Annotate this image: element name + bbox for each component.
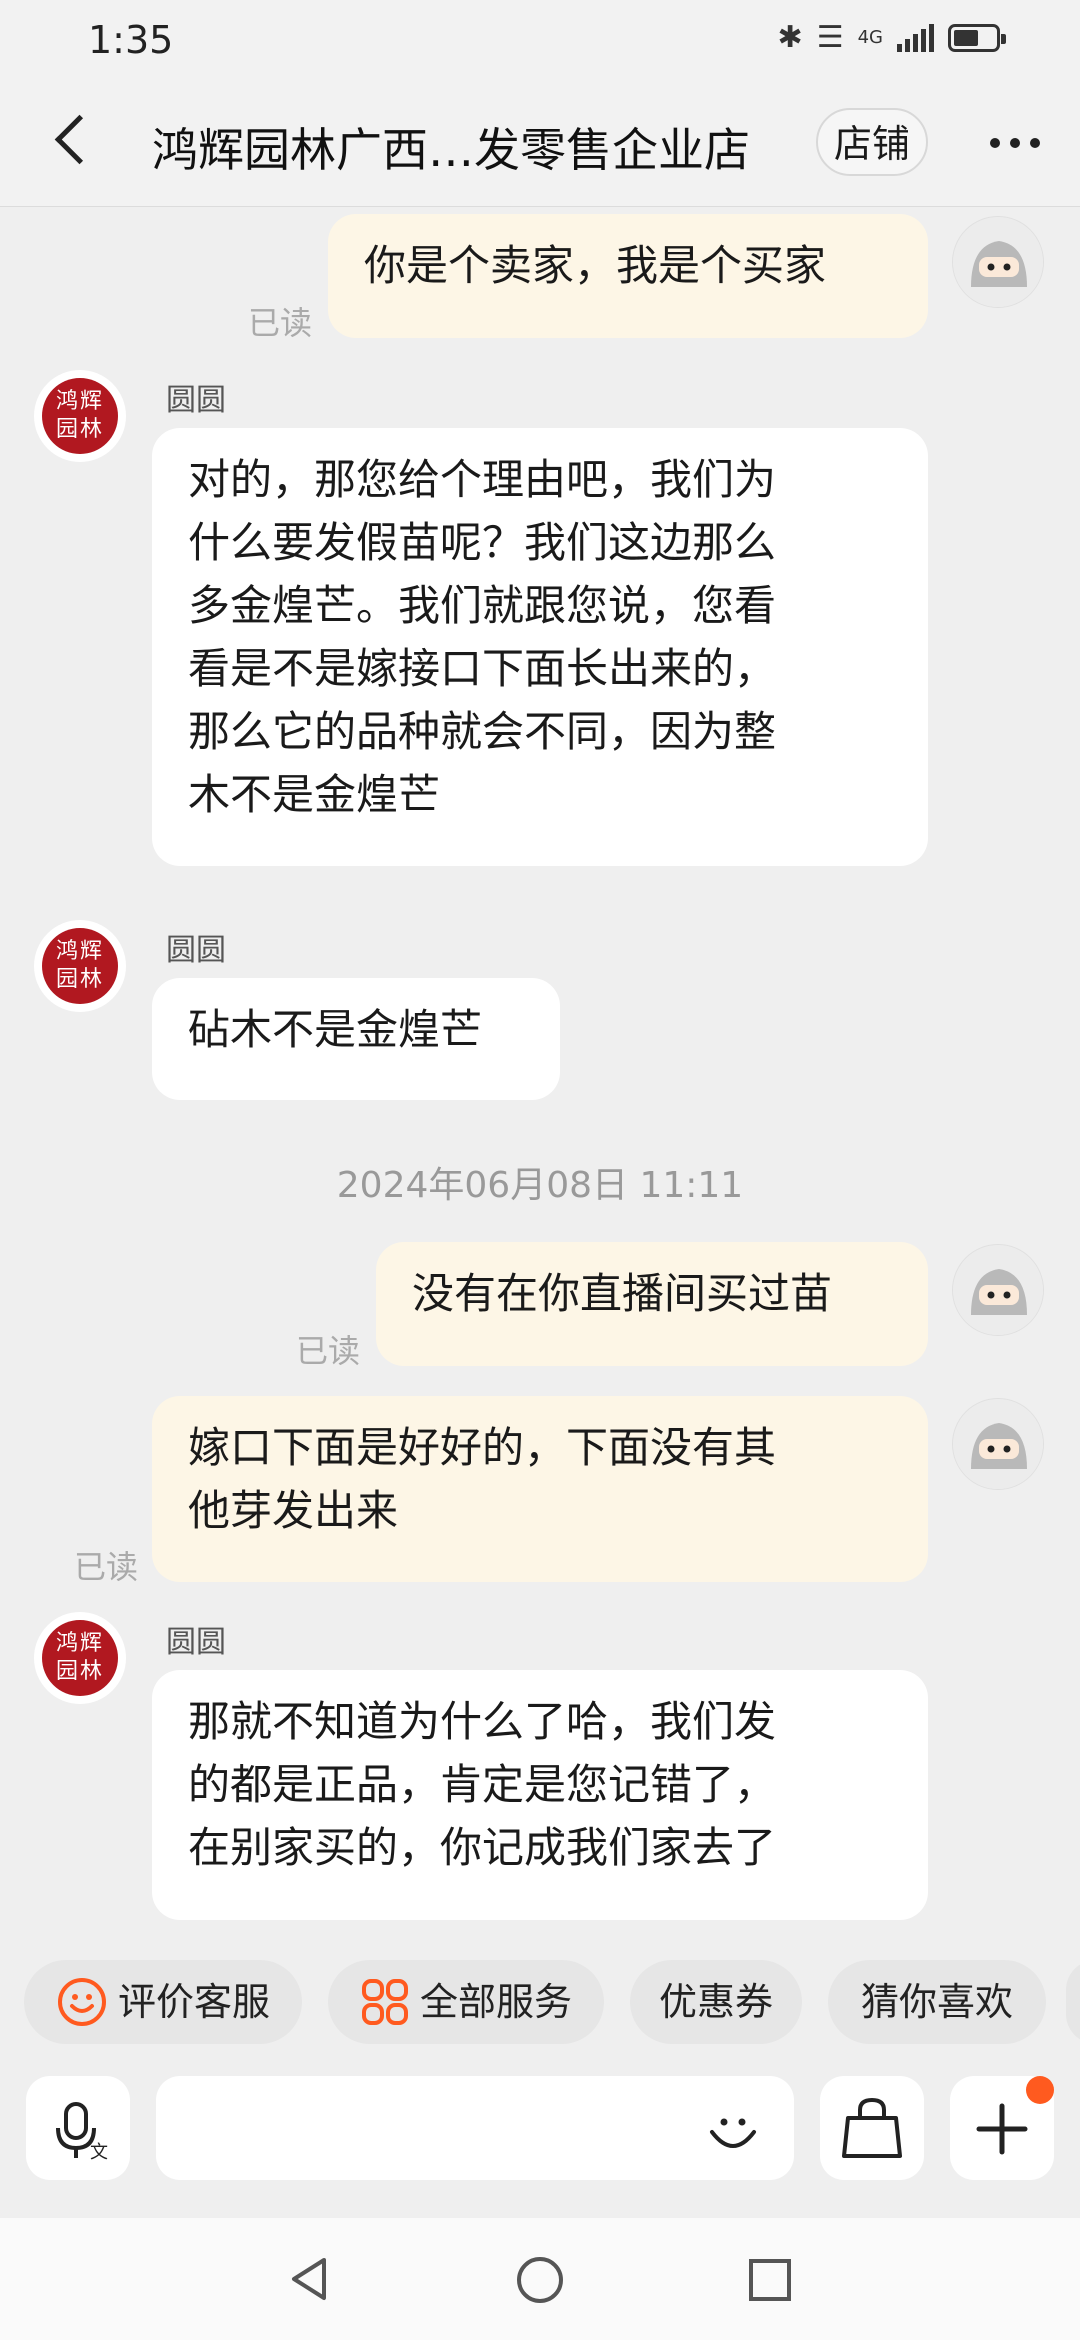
nav-back-icon[interactable] [284,2254,334,2304]
status-bar: 1:35 ✱ ☰ 4G [0,0,1080,84]
microphone-icon: 文 [56,2102,108,2163]
chip-label: 全部服务 [419,1980,572,2024]
message-line: 多金煌芒。我们就跟您说，您看 [188,581,777,630]
back-arrow-icon[interactable] [54,114,105,165]
read-receipt: 已读 [296,1332,361,1370]
message-line: 什么要发假苗呢？我们这边那么 [188,518,777,567]
status-time: 1:35 [88,18,174,62]
chip-guess-you-like[interactable]: 猜你喜欢 [828,1960,1046,2044]
more-options-icon[interactable] [990,138,1040,148]
message-line: 看是不是嫁接口下面长出来的， [188,644,777,693]
nav-recents-icon[interactable] [746,2256,794,2304]
message-line: 那就不知道为什么了哈，我们发 [188,1697,777,1746]
shop-avatar[interactable]: 鸿辉 园林 [34,920,126,1012]
message-line: 他芽发出来 [188,1486,399,1535]
user-avatar[interactable] [952,1398,1044,1490]
chip-coupons[interactable]: 优惠券 [630,1960,802,2044]
message-timestamp: 2024年06月08日 11:11 [336,1165,744,1206]
message-line: 在别家买的，你记成我们家去了 [188,1823,777,1872]
message-bubble-outgoing[interactable]: 没有在你直播间买过苗 [376,1242,928,1366]
user-avatar[interactable] [952,216,1044,308]
bluetooth-icon: ✱ [777,20,803,55]
read-receipt: 已读 [74,1548,139,1586]
system-nav-bar [0,2218,1080,2340]
message-bubble-outgoing[interactable]: 嫁口下面是好好的，下面没有其 他芽发出来 [152,1396,928,1582]
network-type: 4G [857,27,883,48]
shopping-bag-button[interactable] [820,2076,924,2180]
shopping-bag-icon [842,2097,902,2158]
message-bubble-incoming[interactable]: 对的，那您给个理由吧，我们为 什么要发假苗呢？我们这边那么 多金煌芒。我们就跟您… [152,428,928,866]
read-receipt: 已读 [248,304,313,342]
message-line: 木不是金煌芒 [188,770,441,819]
shop-avatar[interactable]: 鸿辉 园林 [34,1612,126,1704]
status-icons: ✱ ☰ 4G [777,20,1006,55]
notification-dot [1026,2076,1054,2104]
chat-header: 鸿辉园林广西…发零售企业店 店铺 [0,84,1080,207]
sender-name: 圆圆 [166,933,226,968]
message-text: 没有在你直播间买过苗 [412,1269,833,1318]
nav-home-icon[interactable] [514,2254,566,2306]
shop-button[interactable]: 店铺 [816,108,928,176]
chip-label: 猜你喜欢 [860,1980,1013,2024]
chip-rate-service[interactable]: 评价客服 [24,1960,302,2044]
signal-icon [897,23,934,52]
chip-label: 优惠券 [658,1980,773,2024]
grid-services-icon [361,1979,408,2025]
message-line: 那么它的品种就会不同，因为整 [188,707,777,756]
user-avatar[interactable] [952,1244,1044,1336]
message-line: 对的，那您给个理由吧，我们为 [188,455,777,504]
sender-name: 圆圆 [166,1625,226,1660]
shop-logo: 鸿辉 园林 [42,378,118,454]
sender-name: 圆圆 [166,383,226,418]
shop-avatar[interactable]: 鸿辉 园林 [34,370,126,462]
message-line: 的都是正品，肯定是您记错了， [188,1760,777,1809]
message-bubble-incoming[interactable]: 砧木不是金煌芒 [152,978,560,1100]
ninja-avatar-icon [953,217,1043,307]
ninja-avatar-icon [953,1399,1043,1489]
message-text: 你是个卖家，我是个买家 [364,241,827,290]
ninja-avatar-icon [953,1245,1043,1335]
message-text: 砧木不是金煌芒 [188,1005,483,1054]
chip-overflow[interactable] [1066,1960,1080,2044]
svg-text:文: 文 [90,2142,108,2163]
chip-all-services[interactable]: 全部服务 [328,1960,604,2044]
vibrate-icon: ☰ [816,20,844,55]
message-input[interactable] [156,2076,794,2180]
voice-input-button[interactable]: 文 [26,2076,130,2180]
message-bubble-outgoing[interactable]: 你是个卖家，我是个买家 [328,214,928,338]
message-bubble-incoming[interactable]: 那就不知道为什么了哈，我们发 的都是正品，肯定是您记错了， 在别家买的，你记成我… [152,1670,928,1920]
shop-logo: 鸿辉 园林 [42,928,118,1004]
emoji-icon[interactable] [706,2104,760,2158]
chat-title: 鸿辉园林广西…发零售企业店 [152,123,750,177]
chip-label: 评价客服 [117,1980,270,2024]
shop-logo: 鸿辉 园林 [42,1620,118,1696]
message-line: 嫁口下面是好好的，下面没有其 [188,1423,777,1472]
smiley-icon [57,1978,106,2026]
battery-icon [948,23,1006,52]
